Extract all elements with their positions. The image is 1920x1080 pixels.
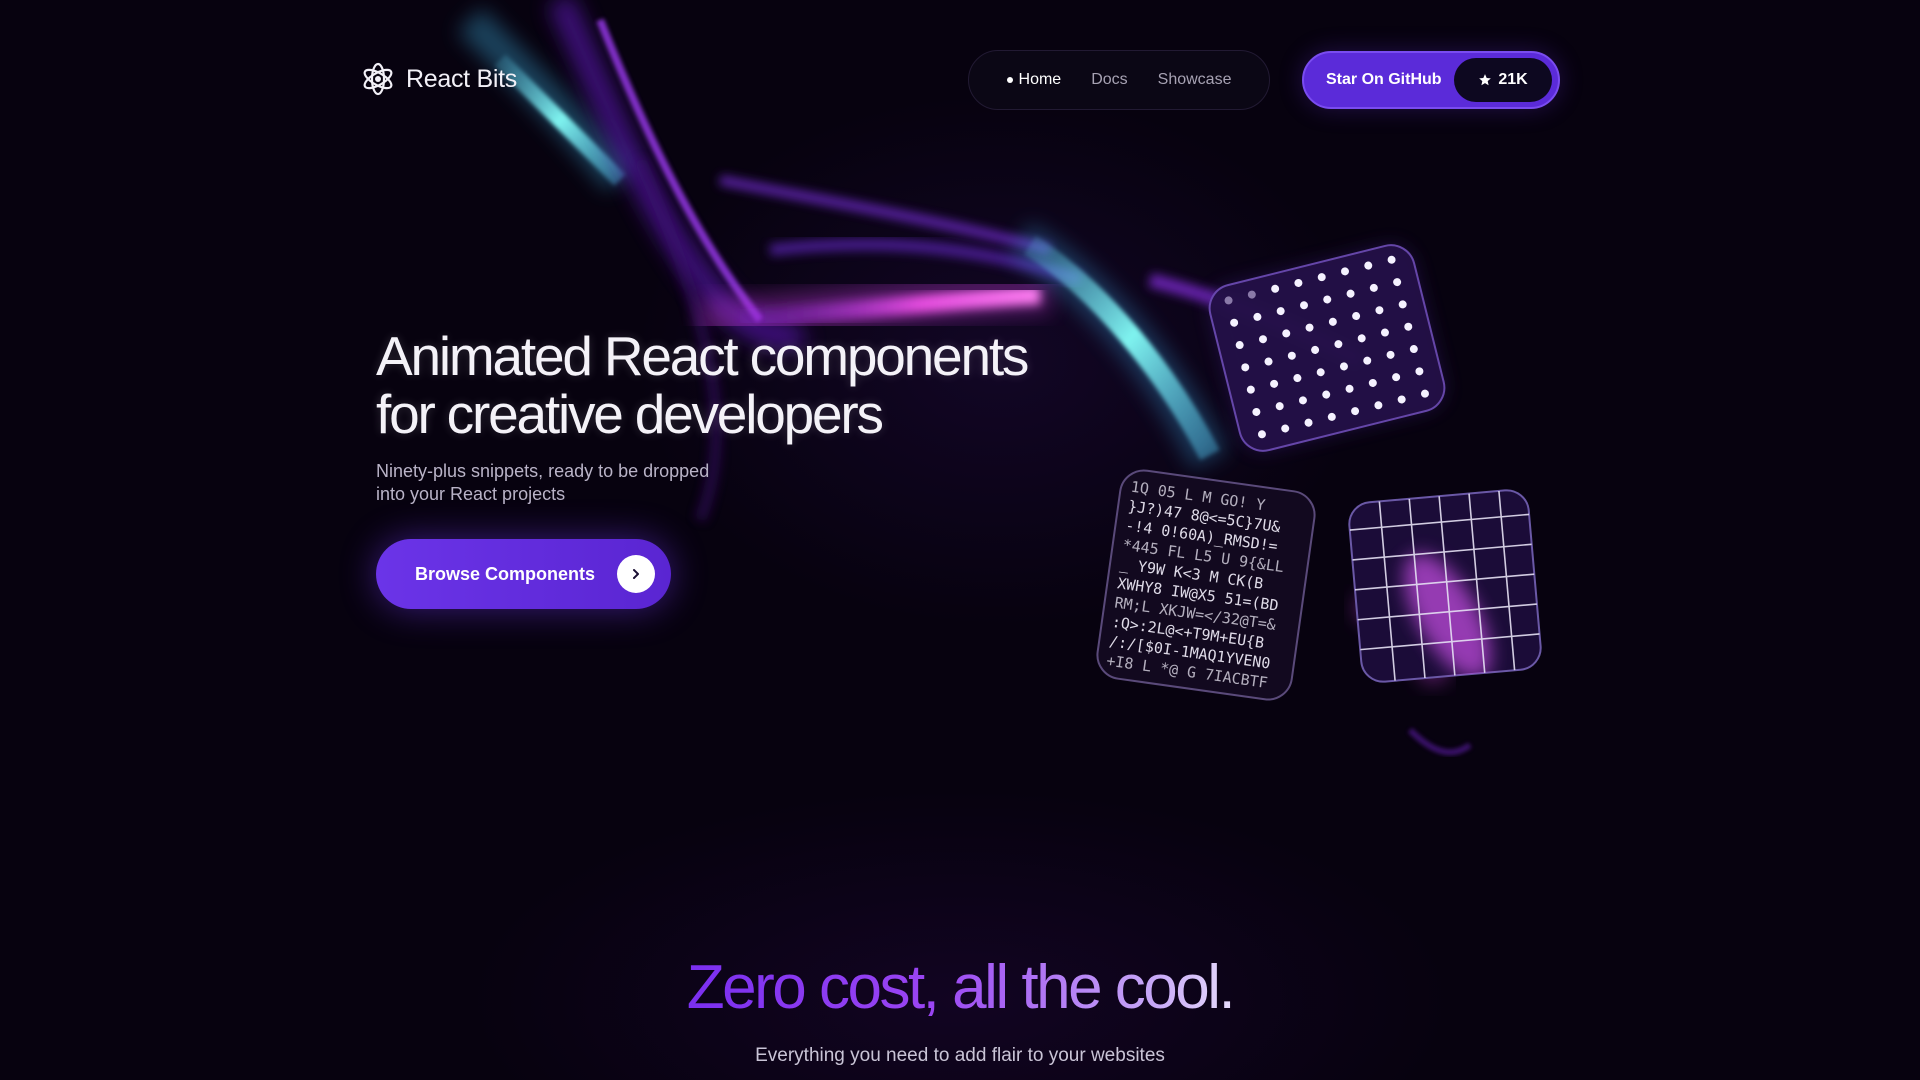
brand-name: React Bits: [406, 64, 517, 93]
star-on-github-button[interactable]: Star On GitHub 21K: [1302, 51, 1560, 109]
section-subtitle: Everything you need to add flair to your…: [755, 1045, 1165, 1066]
nav-item-label: Docs: [1091, 71, 1128, 88]
nav-item-docs[interactable]: Docs: [1078, 63, 1140, 97]
main-nav: Home Docs Showcase: [968, 50, 1270, 110]
browse-button-label: Browse Components: [415, 563, 596, 584]
section-title: Zero cost, all the cool.: [0, 952, 1920, 1024]
hero-subtitle-line: into your React projects: [376, 484, 566, 504]
browse-arrow-circle: [617, 555, 655, 593]
atom-flower-icon: [363, 62, 393, 96]
hero-title: Animated React components for creative d…: [376, 327, 1096, 443]
browse-components-button[interactable]: Browse Components: [376, 539, 671, 609]
github-star-count: 21K: [1454, 58, 1552, 102]
ribbon-art: [457, 0, 1472, 756]
hero-title-line: Animated React components: [376, 325, 1029, 387]
brand-logo[interactable]: React Bits: [360, 61, 517, 97]
star-icon: [1479, 74, 1492, 86]
hero-subtitle: Ninety-plus snippets, ready to be droppe…: [376, 460, 776, 506]
active-dot-icon: [1006, 77, 1013, 83]
hero-subtitle-line: Ninety-plus snippets, ready to be droppe…: [376, 461, 710, 481]
nav-item-home[interactable]: Home: [994, 63, 1075, 97]
nav-item-label: Home: [1018, 71, 1062, 88]
nav-item-showcase[interactable]: Showcase: [1145, 63, 1245, 97]
chevron-right-icon: [633, 569, 639, 579]
github-button-label: Star On GitHub: [1326, 71, 1442, 88]
section-title-text: Zero cost, all the cool.: [686, 953, 1236, 1022]
github-count-value: 21K: [1498, 71, 1528, 88]
nav-item-label: Showcase: [1157, 71, 1232, 88]
hero-title-line: for creative developers: [376, 383, 884, 445]
